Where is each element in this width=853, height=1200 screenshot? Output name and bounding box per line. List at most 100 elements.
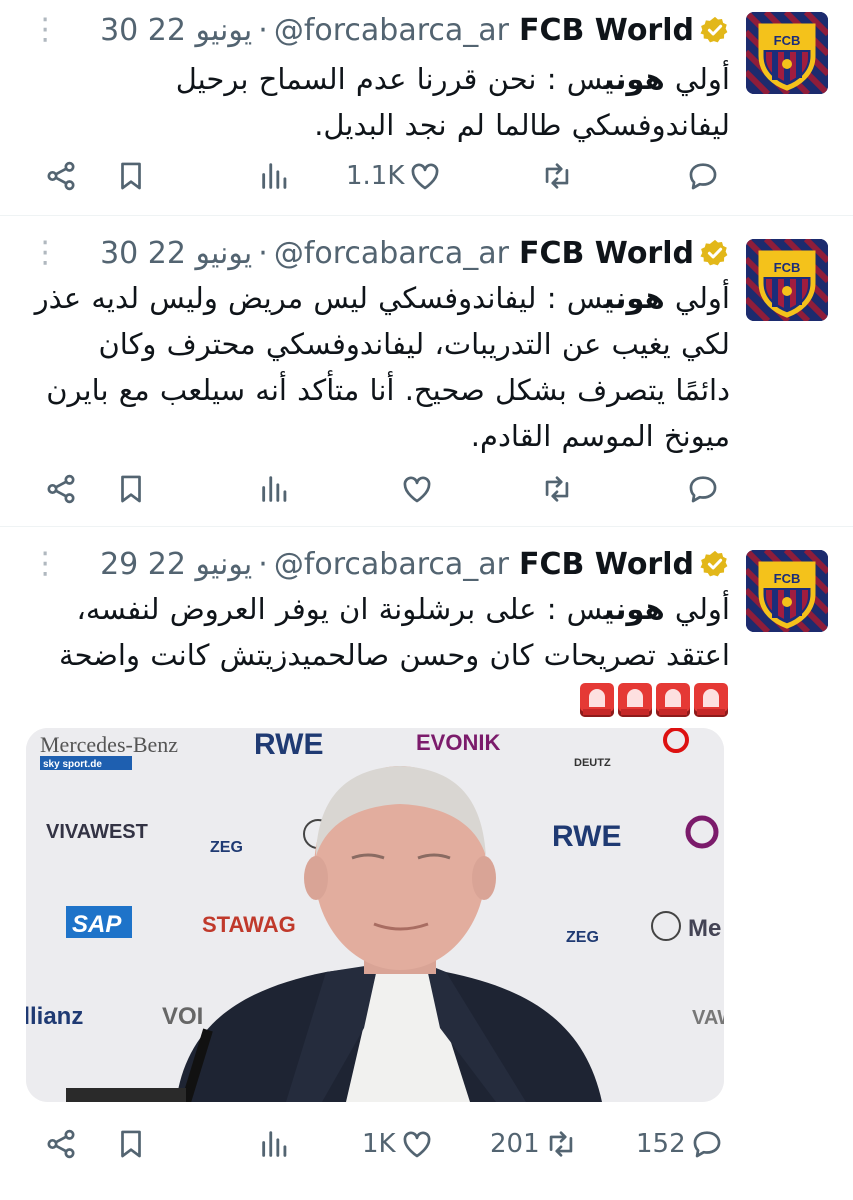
avatar-label: FCB <box>774 260 801 275</box>
share-icon <box>47 474 75 504</box>
siren-emoji <box>656 683 690 717</box>
tweet-text-prefix: أولي <box>664 281 730 315</box>
reply-icon <box>689 163 717 190</box>
more-icon[interactable]: ⋮ <box>30 549 60 579</box>
tweet-date[interactable]: 30 يونيو 22 <box>100 236 252 271</box>
tweet-text-prefix: أولي <box>664 592 730 626</box>
more-icon[interactable]: ⋮ <box>30 238 60 268</box>
siren-emoji <box>618 683 652 717</box>
more-icon[interactable]: ⋮ <box>30 15 60 45</box>
reply-icon <box>693 1131 721 1158</box>
user-handle[interactable]: @forcabarca_ar <box>274 13 509 48</box>
tweet-actions: 1K 201 152 <box>0 1122 853 1166</box>
tweet-actions: 1.1K <box>0 154 853 198</box>
separator-dot: · <box>258 12 268 48</box>
avatar[interactable]: FCB <box>746 550 828 632</box>
display-name[interactable]: FCB World <box>519 236 694 271</box>
tweet-date[interactable]: 30 يونيو 22 <box>100 13 252 48</box>
tweet-text: أولي هونيس : على برشلونة ان يوفر العروض … <box>34 586 730 724</box>
verified-icon <box>700 15 730 45</box>
bookmark-icon <box>121 1130 141 1158</box>
retweet-icon <box>545 163 569 189</box>
retweet-icon <box>545 476 569 502</box>
like-icon <box>403 476 431 503</box>
sponsor-label: DEUTZ <box>574 757 611 769</box>
retweet-count: 201 <box>490 1129 540 1159</box>
bookmark-icon <box>121 475 141 503</box>
tweet-text-bold: هوني <box>603 592 665 626</box>
views-icon <box>262 476 287 502</box>
views-button[interactable] <box>258 1122 292 1166</box>
sponsor-label: Allianz <box>26 1003 83 1030</box>
share-button[interactable] <box>44 1122 78 1166</box>
avatar-label: FCB <box>774 33 801 48</box>
tweet-text: أولي هونيس : نحن قررنا عدم السماح برحيل … <box>34 56 730 148</box>
tweet-text-bold: هوني <box>603 281 665 315</box>
retweet-button[interactable] <box>540 467 574 511</box>
avatar[interactable]: FCB <box>746 239 828 321</box>
like-button[interactable]: 1K <box>362 1122 434 1166</box>
avatar-label: FCB <box>774 571 801 586</box>
sponsor-label: EVONIK <box>416 730 500 755</box>
tweet-header: ⋮ 30 يونيو 22 · @forcabarca_ar FCB World <box>30 235 730 271</box>
siren-emoji <box>580 683 614 717</box>
tweet-header: ⋮ 30 يونيو 22 · @forcabarca_ar FCB World <box>30 12 730 48</box>
tweet-text-bold: هوني <box>603 62 665 96</box>
like-icon <box>412 163 439 190</box>
display-name[interactable]: FCB World <box>519 13 694 48</box>
like-button[interactable] <box>396 467 434 511</box>
retweet-button[interactable]: 201 <box>490 1122 578 1166</box>
tweet-actions <box>0 467 853 511</box>
separator-dot: · <box>258 546 268 582</box>
tweet[interactable]: FCB ⋮ 30 يونيو 22 · @forcabarca_ar FCB W… <box>0 0 853 216</box>
sponsor-label: Mercedes-Benz <box>40 732 178 757</box>
sponsor-label: VIVAWEST <box>46 821 148 843</box>
tweet-timeline: FCB ⋮ 30 يونيو 22 · @forcabarca_ar FCB W… <box>0 0 853 1200</box>
tweet[interactable]: FCB ⋮ 30 يونيو 22 · @forcabarca_ar FCB W… <box>0 217 853 527</box>
reply-button[interactable]: 152 <box>636 1122 724 1166</box>
tweet-text: أولي هونيس : ليفاندوفسكي ليس مريض وليس ل… <box>34 275 730 459</box>
share-button[interactable] <box>44 154 78 198</box>
bookmark-button[interactable] <box>114 467 148 511</box>
tweet-text-prefix: أولي <box>664 62 730 96</box>
like-count: 1.1K <box>346 161 405 191</box>
reply-icon <box>689 476 717 503</box>
share-icon <box>47 161 75 191</box>
sponsor-label: RWE <box>552 820 621 853</box>
bookmark-button[interactable] <box>114 154 148 198</box>
sponsor-label: SAP <box>72 911 122 938</box>
sponsor-label: RWE <box>254 728 323 761</box>
sponsor-label: VAW <box>692 1007 724 1029</box>
bookmark-icon <box>121 162 141 190</box>
like-icon <box>403 1131 430 1158</box>
user-handle[interactable]: @forcabarca_ar <box>274 547 509 582</box>
siren-emoji <box>694 683 728 717</box>
views-icon <box>262 1131 287 1157</box>
views-button[interactable] <box>258 467 292 511</box>
share-button[interactable] <box>44 467 78 511</box>
avatar[interactable]: FCB <box>746 12 828 94</box>
like-button[interactable]: 1.1K <box>346 154 442 198</box>
sponsor-label: sky sport.de <box>43 759 102 770</box>
reply-button[interactable] <box>686 154 720 198</box>
sponsor-label: ZEG <box>566 929 599 946</box>
media-image[interactable]: Mercedes-Benz sky sport.de RWE EVONIK DE… <box>26 728 724 1102</box>
bookmark-button[interactable] <box>114 1122 148 1166</box>
tweet-date[interactable]: 29 يونيو 22 <box>100 547 252 582</box>
fcb-crest-icon: FCB <box>746 12 828 94</box>
views-icon <box>262 163 287 189</box>
reply-button[interactable] <box>686 467 720 511</box>
share-icon <box>47 1129 75 1159</box>
tweet-header: ⋮ 29 يونيو 22 · @forcabarca_ar FCB World <box>30 546 730 582</box>
fcb-crest-icon: FCB <box>746 239 828 321</box>
tweet[interactable]: FCB ⋮ 29 يونيو 22 · @forcabarca_ar FCB W… <box>0 528 853 1200</box>
user-handle[interactable]: @forcabarca_ar <box>274 236 509 271</box>
press-conference-photo: Mercedes-Benz sky sport.de RWE EVONIK DE… <box>26 728 724 1102</box>
display-name[interactable]: FCB World <box>519 547 694 582</box>
sponsor-label: VOI <box>162 1003 203 1030</box>
sponsor-label: ZEG <box>210 839 243 856</box>
separator-dot: · <box>258 235 268 271</box>
views-button[interactable] <box>258 154 292 198</box>
verified-icon <box>700 549 730 579</box>
retweet-button[interactable] <box>540 154 574 198</box>
